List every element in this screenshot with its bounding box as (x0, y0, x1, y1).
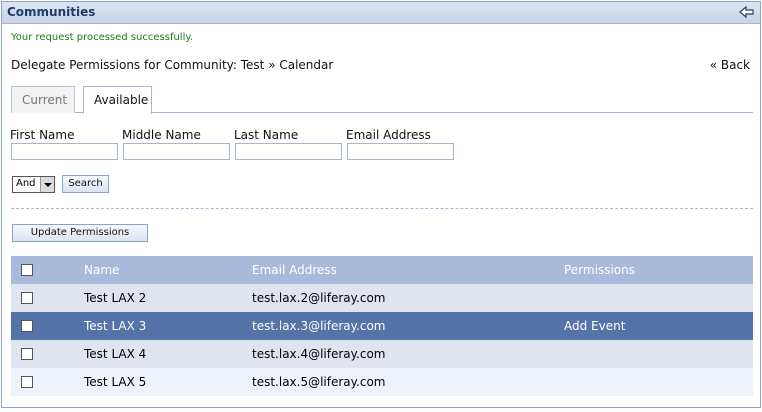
table-row[interactable]: Test LAX 2 test.lax.2@liferay.com (11, 284, 753, 312)
back-arrow-icon[interactable] (738, 4, 756, 20)
row-name: Test LAX 2 (84, 291, 147, 305)
communities-portlet: Communities Your request processed succe… (1, 1, 761, 408)
tab-bar: Current Available (11, 86, 753, 114)
page-title: Delegate Permissions for Community: Test… (11, 58, 334, 72)
row-checkbox[interactable] (21, 348, 33, 360)
table-header: Name Email Address Permissions (11, 256, 753, 284)
operator-value: And (16, 178, 36, 189)
row-email: test.lax.2@liferay.com (252, 291, 386, 305)
column-header-permissions[interactable]: Permissions (564, 263, 635, 277)
chevron-down-icon[interactable] (40, 177, 54, 192)
column-header-name[interactable]: Name (84, 263, 119, 277)
row-email: test.lax.4@liferay.com (252, 347, 386, 361)
row-checkbox[interactable] (21, 320, 33, 332)
back-link[interactable]: « Back (710, 58, 750, 72)
row-name: Test LAX 4 (84, 347, 147, 361)
row-email: test.lax.3@liferay.com (252, 319, 386, 333)
divider (11, 208, 753, 209)
row-name: Test LAX 5 (84, 375, 147, 389)
last-name-input[interactable] (235, 143, 342, 160)
row-name: Test LAX 3 (84, 319, 147, 333)
first-name-label: First Name (10, 128, 75, 142)
operator-select[interactable]: And (12, 176, 55, 193)
success-message: Your request processed successfully. (11, 32, 194, 43)
row-checkbox[interactable] (21, 292, 33, 304)
tab-current[interactable]: Current (11, 86, 75, 113)
middle-name-label: Middle Name (122, 128, 201, 142)
tab-available[interactable]: Available (83, 86, 152, 114)
row-checkbox[interactable] (21, 376, 33, 388)
row-email: test.lax.5@liferay.com (252, 375, 386, 389)
table-row[interactable]: Test LAX 3 test.lax.3@liferay.com Add Ev… (11, 312, 753, 340)
email-address-input[interactable] (347, 143, 454, 160)
table-row[interactable]: Test LAX 4 test.lax.4@liferay.com (11, 340, 753, 368)
portlet-title: Communities (7, 5, 96, 19)
first-name-input[interactable] (11, 143, 118, 160)
last-name-label: Last Name (234, 128, 299, 142)
row-permissions: Add Event (564, 319, 626, 333)
middle-name-input[interactable] (123, 143, 230, 160)
column-header-email[interactable]: Email Address (252, 263, 337, 277)
update-permissions-button[interactable]: Update Permissions (12, 224, 148, 242)
portlet-titlebar: Communities (2, 2, 760, 24)
select-all-checkbox[interactable] (21, 264, 33, 276)
table-row[interactable]: Test LAX 5 test.lax.5@liferay.com (11, 368, 753, 396)
results-table: Name Email Address Permissions Test LAX … (11, 256, 753, 396)
search-button[interactable]: Search (62, 175, 109, 193)
email-address-label: Email Address (346, 128, 431, 142)
